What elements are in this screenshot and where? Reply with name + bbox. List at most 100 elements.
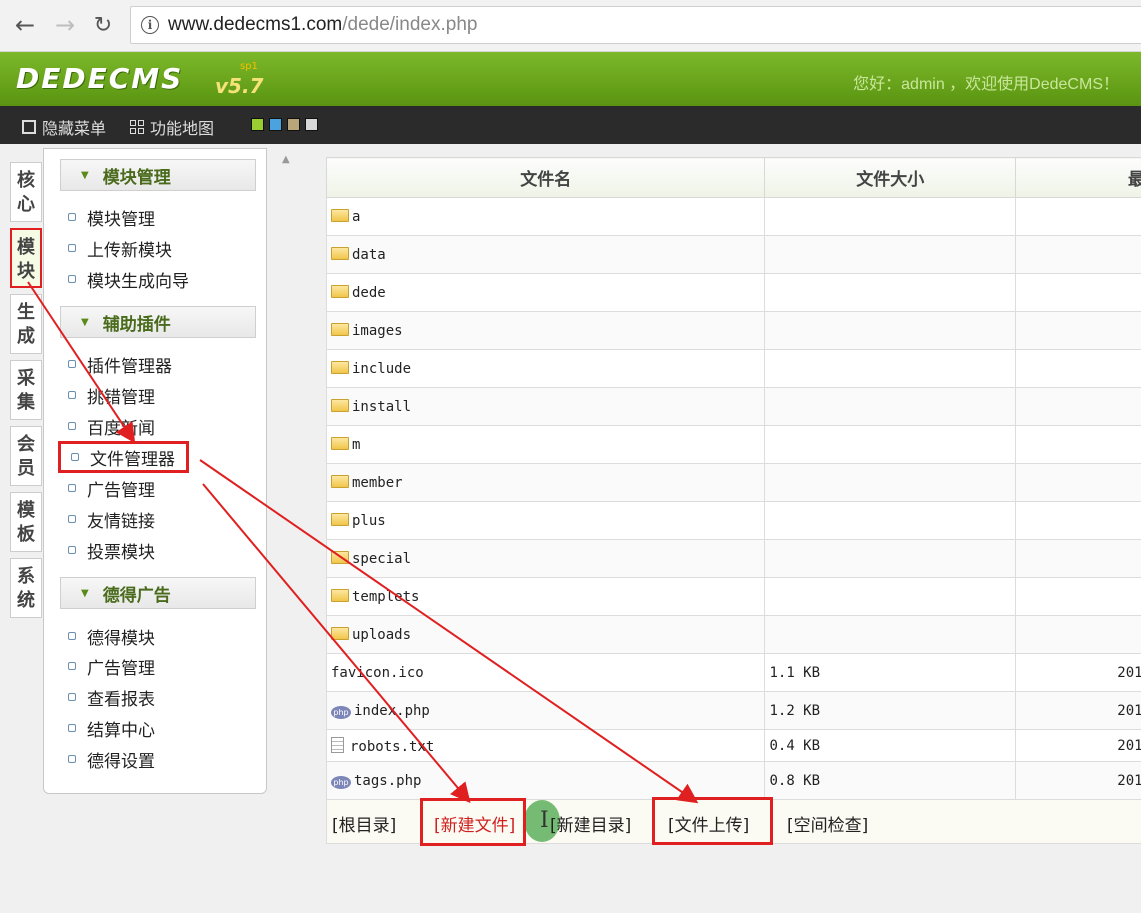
folder-name[interactable]: plus [352,513,386,529]
menu-item-vote-module[interactable]: 投票模块 [68,537,155,563]
folder-icon [331,474,349,488]
menu-item-dede-module[interactable]: 德得模块 [68,623,155,649]
folder-name[interactable]: m [352,437,360,453]
dedecms-logo: DEDECMS [16,62,184,95]
forward-arrow-icon[interactable]: → [52,11,78,39]
menu-item-view-reports[interactable]: 查看报表 [68,684,155,710]
url-host: www.dedecms1.com [168,14,343,35]
file-size: 0.8 KB [764,761,1017,800]
annotation-box-upload [652,797,773,845]
table-row[interactable]: images [325,311,1141,350]
file-name[interactable]: favicon.ico [331,665,424,681]
theme-swatch-gray[interactable] [305,118,318,131]
folder-icon [331,436,349,450]
table-header-row: 文件名 文件大小 最 [325,157,1141,198]
browser-toolbar: ← → ↻ i www.dedecms1.com/dede/index.php [0,0,1141,52]
folder-name[interactable]: install [352,399,411,415]
folder-icon [331,284,349,298]
folder-name[interactable]: special [352,551,411,567]
table-row[interactable]: templets [325,577,1141,616]
file-name[interactable]: index.php [354,703,430,719]
tab-core[interactable]: 核 心 [10,162,42,222]
folder-name[interactable]: images [352,323,403,339]
file-date: 2011 [1015,653,1141,692]
menu-item-error-manage[interactable]: 挑错管理 [68,382,155,408]
menu-item-plugin-manager[interactable]: 插件管理器 [68,351,172,377]
theme-swatch-brown[interactable] [287,118,300,131]
table-row[interactable]: m [325,425,1141,464]
table-row[interactable]: special [325,539,1141,578]
menu-group-dede-ads[interactable]: ▼ 德得广告 [60,577,256,609]
menu-item-friend-links[interactable]: 友情链接 [68,506,155,532]
reload-icon[interactable]: ↻ [90,12,116,38]
file-size: 1.1 KB [764,653,1017,692]
grid-icon [130,120,144,134]
root-dir-link[interactable]: [根目录] [332,811,396,836]
folder-name[interactable]: dede [352,285,386,301]
column-filesize[interactable]: 文件大小 [764,157,1017,198]
collapse-triangle-icon: ▼ [81,169,89,181]
folder-name[interactable]: templets [352,589,419,605]
file-table: 文件名 文件大小 最 a data dede images include in… [325,157,1141,800]
menu-group-plugins[interactable]: ▼ 辅助插件 [60,306,256,338]
folder-icon [331,512,349,526]
table-row[interactable]: install [325,387,1141,426]
menu-item-settlement[interactable]: 结算中心 [68,715,155,741]
menu-item-module-manage[interactable]: 模块管理 [68,204,155,230]
menu-item-dede-settings[interactable]: 德得设置 [68,746,155,772]
hide-menu-button[interactable]: 隐藏菜单 [22,115,106,139]
menu-item-baidu-news[interactable]: 百度新闻 [68,413,155,439]
tab-member[interactable]: 会 员 [10,426,42,486]
function-map-button[interactable]: 功能地图 [130,115,214,139]
address-bar[interactable]: i www.dedecms1.com/dede/index.php [130,6,1141,44]
file-date: 2011 [1015,729,1141,762]
new-dir-link[interactable]: [新建目录] [550,811,631,836]
file-name[interactable]: robots.txt [350,739,434,755]
file-name[interactable]: tags.php [354,773,421,789]
table-row[interactable]: member [325,463,1141,502]
table-row[interactable]: a [325,197,1141,236]
folder-name[interactable]: member [352,475,403,491]
column-modified[interactable]: 最 [1015,157,1141,198]
back-arrow-icon[interactable]: ← [12,11,38,39]
menu-item-file-manager[interactable]: 文件管理器 [58,441,189,473]
php-file-icon: php [331,775,351,789]
table-row[interactable]: uploads [325,615,1141,654]
table-row[interactable]: phpindex.php 1.2 KB 2011 [325,691,1141,730]
tab-collect[interactable]: 采 集 [10,360,42,420]
theme-swatch-green[interactable] [251,118,264,131]
hide-menu-label: 隐藏菜单 [42,119,107,138]
table-row[interactable]: favicon.ico 1.1 KB 2011 [325,653,1141,692]
space-check-link[interactable]: [空间检查] [787,811,868,836]
table-row[interactable]: dede [325,273,1141,312]
tab-template[interactable]: 模 板 [10,492,42,552]
collapse-triangle-icon: ▼ [81,316,89,328]
folder-name[interactable]: include [352,361,411,377]
info-icon[interactable]: i [141,16,159,34]
folder-name[interactable]: a [352,209,360,225]
tab-system[interactable]: 系 统 [10,558,42,618]
file-size: 1.2 KB [764,691,1017,730]
scroll-up-arrow-icon[interactable]: ▲ [282,154,290,165]
folder-icon [331,626,349,640]
table-row[interactable]: robots.txt 0.4 KB 2011 [325,729,1141,762]
file-date: 2011 [1015,691,1141,730]
logo-version: v5.7 [215,74,264,98]
folder-name[interactable]: uploads [352,627,411,643]
table-row[interactable]: plus [325,501,1141,540]
theme-swatch-blue[interactable] [269,118,282,131]
column-filename[interactable]: 文件名 [325,157,766,198]
table-row[interactable]: include [325,349,1141,388]
collapse-triangle-icon: ▼ [81,587,89,599]
menu-item-module-wizard[interactable]: 模块生成向导 [68,266,189,292]
menu-group-module-manage[interactable]: ▼ 模块管理 [60,159,256,191]
tab-generate[interactable]: 生 成 [10,294,42,354]
table-row[interactable]: data [325,235,1141,274]
menu-item-upload-module[interactable]: 上传新模块 [68,235,172,261]
table-row[interactable]: phptags.php 0.8 KB 2011 [325,761,1141,800]
menu-item-ad-manage-2[interactable]: 广告管理 [68,653,155,679]
menu-item-ad-manage[interactable]: 广告管理 [68,475,155,501]
folder-name[interactable]: data [352,247,386,263]
php-file-icon: php [331,705,351,719]
tab-module[interactable]: 模 块 [10,228,42,288]
